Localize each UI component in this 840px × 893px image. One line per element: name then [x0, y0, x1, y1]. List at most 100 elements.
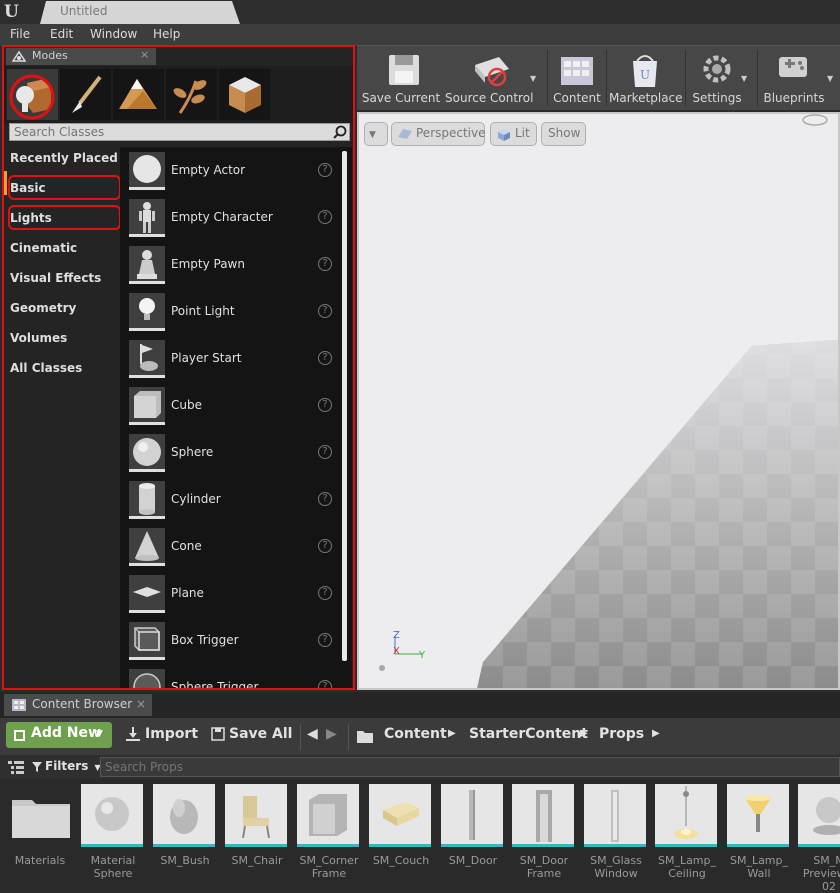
blueprints-dropdown-icon[interactable]: ▼	[827, 74, 833, 83]
category-all-classes[interactable]: All Classes	[10, 361, 82, 375]
chevron-down-icon: ▼	[369, 130, 376, 140]
source-control-button[interactable]: Source Control	[445, 48, 533, 110]
asset-label: SM_Bush	[160, 854, 210, 867]
content-browser-tab[interactable]: Content Browser ×	[4, 694, 152, 716]
list-item-player-start[interactable]: Player Start ?	[120, 339, 340, 386]
menu-edit[interactable]: Edit	[50, 27, 73, 41]
breadcrumb-props[interactable]: Props	[599, 726, 644, 742]
viewport-options-dropdown[interactable]: ▼	[364, 122, 388, 146]
save-current-button[interactable]: Save Current	[361, 48, 441, 110]
import-button[interactable]: Import	[126, 726, 198, 742]
asset-tile-sm-lamp-ceiling[interactable]: SM_Lamp_ Ceiling	[655, 784, 719, 890]
show-button[interactable]: Show	[541, 122, 586, 146]
category-recently-placed[interactable]: Recently Placed	[10, 151, 118, 165]
sources-panel-toggle-icon[interactable]	[8, 760, 24, 774]
list-item-cube[interactable]: Cube ?	[120, 386, 340, 433]
help-icon[interactable]: ?	[318, 633, 332, 647]
list-item-empty-character[interactable]: Empty Character ?	[120, 198, 340, 245]
help-icon[interactable]: ?	[318, 492, 332, 506]
marketplace-button[interactable]: U Marketplace	[609, 48, 683, 110]
geometry-edit-mode-button[interactable]	[219, 69, 270, 120]
landscape-mode-button[interactable]	[113, 69, 164, 120]
filters-button[interactable]: Filters ▼	[32, 759, 101, 773]
blueprints-button[interactable]: Blueprints	[761, 48, 827, 110]
sphere-trigger-icon	[129, 669, 165, 688]
lit-button[interactable]: Lit	[490, 122, 537, 146]
asset-thumbnail	[798, 784, 840, 847]
settings-dropdown-icon[interactable]: ▼	[741, 74, 747, 83]
help-icon[interactable]: ?	[318, 210, 332, 224]
list-item-point-light[interactable]: Point Light ?	[120, 292, 340, 339]
help-icon[interactable]: ?	[318, 351, 332, 365]
help-icon[interactable]: ?	[318, 539, 332, 553]
category-geometry[interactable]: Geometry	[10, 301, 76, 315]
asset-tile-sm-glass-window[interactable]: SM_Glass Window	[584, 784, 648, 890]
help-icon[interactable]: ?	[318, 586, 332, 600]
document-tab[interactable]: Untitled	[40, 1, 240, 24]
add-new-button[interactable]: Add New ▼	[6, 722, 112, 748]
list-scrollbar[interactable]	[342, 151, 347, 661]
asset-tile-materials[interactable]: Materials	[8, 784, 72, 890]
list-item-empty-actor[interactable]: Empty Actor ?	[120, 151, 340, 198]
modes-tab[interactable]: Modes ×	[6, 48, 156, 65]
perspective-button[interactable]: Perspective	[391, 122, 486, 146]
viewport-gizmo-icon	[802, 114, 828, 126]
asset-tile-sm-corner-frame[interactable]: SM_Corner Frame	[297, 784, 361, 890]
help-icon[interactable]: ?	[318, 445, 332, 459]
asset-thumbnail	[584, 784, 646, 847]
category-volumes[interactable]: Volumes	[10, 331, 67, 345]
level-viewport[interactable]: ▼ Perspective Lit Show Z Y X	[357, 112, 840, 690]
asset-tile-sm-chair[interactable]: SM_Chair	[225, 784, 289, 890]
list-item-empty-pawn[interactable]: Empty Pawn ?	[120, 245, 340, 292]
search-classes-field[interactable]	[9, 123, 350, 141]
list-item-cone[interactable]: Cone ?	[120, 527, 340, 574]
foliage-mode-button[interactable]	[166, 69, 217, 120]
asset-tile-sm-door-frame[interactable]: SM_Door Frame	[512, 784, 576, 890]
placeable-actors-list: Empty Actor ? Empty Character ? Empty Pa…	[120, 147, 352, 688]
category-basic[interactable]: Basic	[10, 181, 46, 195]
list-item-plane[interactable]: Plane ?	[120, 574, 340, 621]
search-icon[interactable]	[333, 125, 347, 139]
source-control-dropdown-icon[interactable]: ▼	[530, 74, 536, 83]
asset-tile-sm-lamp-wall[interactable]: SM_Lamp_ Wall	[727, 784, 791, 890]
settings-button[interactable]: Settings	[689, 48, 745, 110]
close-icon[interactable]: ×	[136, 697, 146, 711]
breadcrumb-content[interactable]: Content	[384, 726, 447, 742]
help-icon[interactable]: ?	[318, 680, 332, 688]
menu-window[interactable]: Window	[90, 27, 137, 41]
close-icon[interactable]: ×	[140, 48, 149, 61]
help-icon[interactable]: ?	[318, 304, 332, 318]
search-classes-input[interactable]	[10, 124, 310, 140]
help-icon[interactable]: ?	[318, 398, 332, 412]
forward-arrow-icon[interactable]: ▶	[326, 726, 337, 742]
help-icon[interactable]: ?	[318, 163, 332, 177]
category-cinematic[interactable]: Cinematic	[10, 241, 77, 255]
save-all-button[interactable]: Save All	[211, 726, 292, 742]
asset-tile-sm-matpreviewmesh[interactable]: SM_M PreviewM 02	[798, 784, 840, 890]
menu-file[interactable]: File	[10, 27, 30, 41]
list-item-sphere-trigger[interactable]: Sphere Trigger ?	[120, 668, 340, 688]
help-icon[interactable]: ?	[318, 257, 332, 271]
list-item-sphere[interactable]: Sphere ?	[120, 433, 340, 480]
content-button[interactable]: Content	[551, 48, 603, 110]
list-item-cylinder[interactable]: Cylinder ?	[120, 480, 340, 527]
search-props-input[interactable]	[100, 757, 840, 777]
back-arrow-icon[interactable]: ◀	[307, 726, 318, 742]
folder-icon[interactable]	[357, 729, 375, 743]
category-visual-effects[interactable]: Visual Effects	[10, 271, 101, 285]
place-mode-button[interactable]	[7, 69, 58, 120]
asset-tile-material-sphere[interactable]: Material Sphere	[81, 784, 145, 890]
breadcrumb-separator-icon[interactable]: ▶	[652, 728, 660, 739]
paint-mode-button[interactable]	[60, 69, 111, 120]
breadcrumb-separator-icon[interactable]: ▶	[448, 728, 456, 739]
menu-help[interactable]: Help	[153, 27, 180, 41]
breadcrumb-startercontent[interactable]: StarterContent	[469, 726, 588, 742]
character-icon	[129, 199, 165, 237]
asset-tile-sm-couch[interactable]: SM_Couch	[369, 784, 433, 890]
list-item-box-trigger[interactable]: Box Trigger ?	[120, 621, 340, 668]
asset-tile-sm-bush[interactable]: SM_Bush	[153, 784, 217, 890]
category-lights[interactable]: Lights	[10, 211, 52, 225]
asset-tile-sm-door[interactable]: SM_Door	[441, 784, 505, 890]
list-item-label: Cube	[171, 398, 202, 412]
breadcrumb-separator-icon[interactable]: ▶	[580, 728, 588, 739]
